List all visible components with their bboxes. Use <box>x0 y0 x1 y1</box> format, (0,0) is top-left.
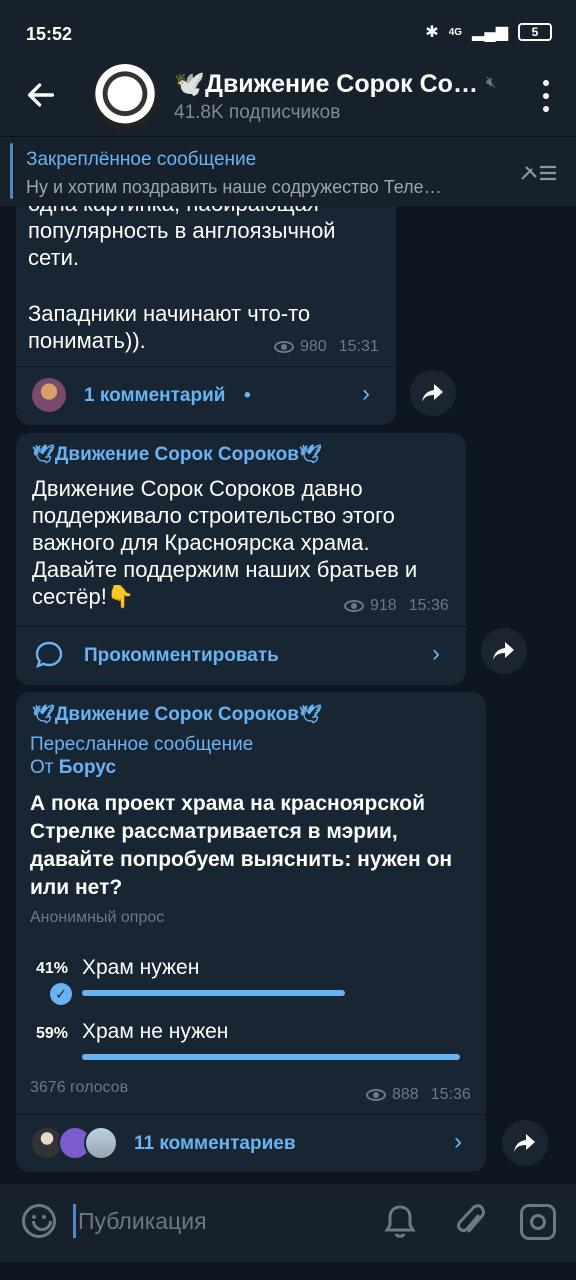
share-arrow-icon <box>493 642 514 660</box>
dove-icon: 🕊 <box>298 444 322 464</box>
status-time: 15:52 <box>26 24 73 44</box>
poll-votes: 3676 голосов <box>30 1079 129 1096</box>
poll-option-1-percent: 41% <box>36 960 69 977</box>
channel-avatar[interactable] <box>92 64 158 130</box>
comments-link[interactable]: 1 комментарий <box>84 385 225 407</box>
comments-link[interactable]: 11 комментариев <box>134 1133 296 1155</box>
forwarded-from[interactable]: От Борус <box>30 757 116 779</box>
message-3-meta: 888 15:36 <box>366 1086 471 1104</box>
muted-icon: 🔇︎ <box>486 74 497 91</box>
chosen-check-icon: ✓ <box>50 983 72 1005</box>
share-arrow-icon <box>514 1134 535 1152</box>
poll-option-2-label[interactable]: Храм не нужен <box>82 1020 228 1044</box>
share-arrow-icon <box>422 384 443 402</box>
text-cursor <box>73 1204 76 1238</box>
battery-icon: 5 <box>518 23 552 41</box>
share-button[interactable] <box>502 1120 548 1166</box>
dove-icon: 🕊 <box>32 704 55 724</box>
bluetooth-icon: ✱ <box>425 24 439 41</box>
share-button[interactable] <box>481 628 527 674</box>
comment-bubble-icon <box>35 641 63 669</box>
poll-option-2-percent: 59% <box>36 1025 69 1042</box>
message-input[interactable]: Публикация <box>78 1208 207 1235</box>
poll-option-1-bar <box>82 990 345 996</box>
status-bar: 15:52 ✱ 4G ▂▄▆ 5 <box>0 0 576 58</box>
forwarded-label: Пересланное сообщение <box>30 734 254 755</box>
message-3-sender[interactable]: 🕊Движение Сорок Сороков🕊 <box>32 704 322 726</box>
message-2-meta: 918 15:36 <box>344 597 449 615</box>
dove-icon: 🕊 <box>298 704 322 724</box>
pinned-preview: Ну и хотим поздравить наше содружество Т… <box>26 177 442 197</box>
views-count: 888 <box>392 1086 419 1103</box>
emoji-icon[interactable] <box>22 1204 56 1238</box>
attach-icon[interactable] <box>454 1202 486 1240</box>
message-1-text: популярность в англоязычной сети. <box>28 218 336 270</box>
pinned-message-bar[interactable]: Закреплённое сообщение Ну и хотим поздра… <box>0 136 576 206</box>
commenter-avatar <box>84 1126 118 1160</box>
chat-header: 🕊️Движение Сорок Со… 41.8K подписчиков 🔇… <box>0 58 576 136</box>
dove-icon: 🕊 <box>32 444 55 464</box>
network-label: 4G <box>448 26 463 38</box>
comment-cta-link[interactable]: Прокомментировать <box>84 645 279 667</box>
camera-icon[interactable] <box>520 1204 556 1240</box>
system-nav-bar <box>0 1262 576 1280</box>
chevron-right-icon[interactable]: › <box>362 380 370 408</box>
views-icon <box>366 1089 386 1101</box>
message-2-sender[interactable]: 🕊Движение Сорок Сороков🕊 <box>32 444 322 466</box>
signal-icon: ▂▄▆ <box>472 24 508 41</box>
views-count: 980 <box>300 338 327 355</box>
poll-option-1-label[interactable]: Храм нужен <box>82 956 199 980</box>
share-button[interactable] <box>410 370 456 416</box>
more-menu-icon[interactable] <box>542 80 550 112</box>
views-icon <box>344 600 364 612</box>
unread-dot: • <box>244 385 251 406</box>
poll-question: А пока проект храма на красноярской Стре… <box>30 792 453 899</box>
message-time: 15:31 <box>338 338 379 355</box>
message-2-text: Движение Сорок Сороков давно поддерживал… <box>32 476 418 609</box>
views-count: 918 <box>370 597 397 614</box>
chevron-right-icon[interactable]: › <box>454 1128 462 1156</box>
message-time: 15:36 <box>408 597 449 614</box>
pinned-title: Закреплённое сообщение <box>26 149 257 170</box>
poll-option-2-bar <box>82 1054 460 1060</box>
commenter-avatar <box>32 378 66 412</box>
views-icon <box>274 341 294 353</box>
channel-title[interactable]: 🕊️Движение Сорок Со… <box>174 70 478 99</box>
chevron-right-icon[interactable]: › <box>432 640 440 668</box>
message-1-meta: 980 15:31 <box>274 338 379 356</box>
notification-bell-icon[interactable] <box>384 1204 416 1240</box>
subscriber-count: 41.8K подписчиков <box>174 102 341 123</box>
back-arrow-icon[interactable] <box>24 78 58 112</box>
poll-type: Анонимный опрос <box>30 909 165 926</box>
message-time: 15:36 <box>430 1086 471 1103</box>
unpin-list-icon[interactable] <box>518 159 558 187</box>
